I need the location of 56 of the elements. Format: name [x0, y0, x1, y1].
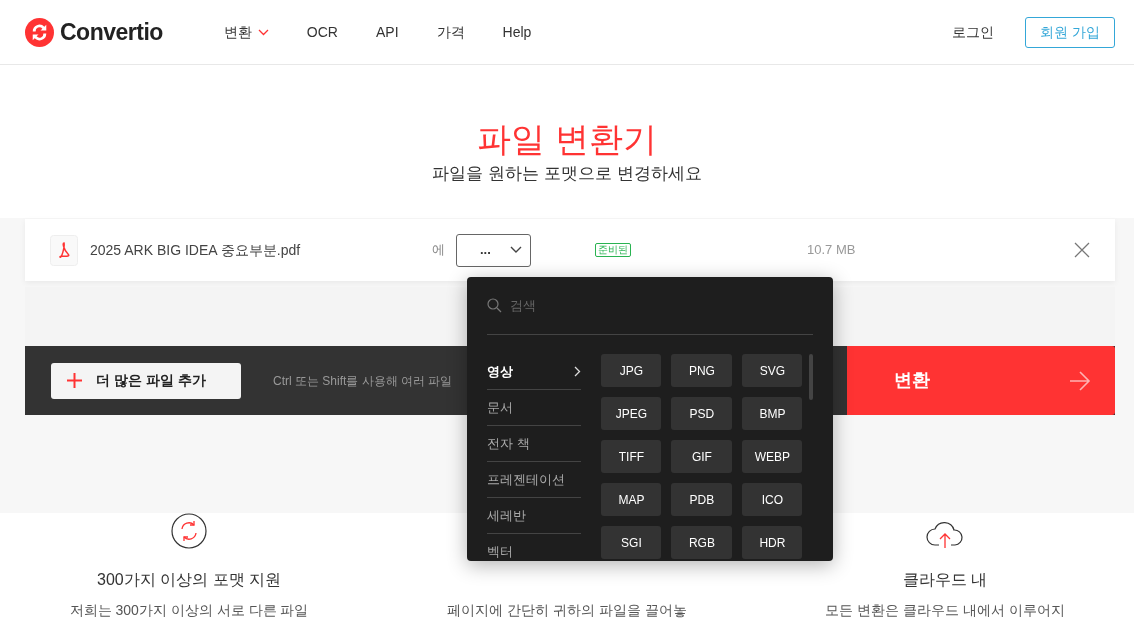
- feature-title: 300가지 이상의 포맷 지원: [97, 570, 281, 590]
- page-subtitle: 파일을 원하는 포맷으로 변경하세요: [432, 163, 702, 185]
- status-badge: 준비된: [595, 243, 631, 257]
- hint-text: Ctrl 또는 Shift를 사용해 여러 파일: [273, 372, 453, 390]
- to-label: 에: [432, 241, 446, 260]
- nav-link[interactable]: API: [375, 21, 399, 43]
- chevron-right-icon: [574, 366, 582, 377]
- format-option[interactable]: BMP: [742, 397, 803, 430]
- file-name: 2025 ARK BIG IDEA 중요부분.pdf: [90, 240, 302, 260]
- format-option[interactable]: GIF: [671, 440, 733, 473]
- category-item[interactable]: 프레젠테이션: [487, 462, 582, 498]
- arrow-right-icon: [1069, 370, 1091, 391]
- format-option[interactable]: PDB: [671, 483, 733, 516]
- format-option[interactable]: HDR: [742, 526, 803, 559]
- format-option[interactable]: RGB: [671, 526, 733, 559]
- logo[interactable]: Convertio: [25, 14, 163, 50]
- nav-link[interactable]: OCR: [306, 21, 338, 43]
- chevron-down-icon: [510, 246, 522, 254]
- category-item[interactable]: 세레반: [487, 498, 582, 534]
- format-option[interactable]: SGI: [601, 526, 662, 559]
- feature-text: 페이지에 간단히 귀하의 파일을 끌어놓: [447, 601, 687, 620]
- format-option[interactable]: ICO: [742, 483, 803, 516]
- category-item[interactable]: 전자 책: [487, 426, 582, 462]
- nav-link[interactable]: 변환: [223, 21, 269, 43]
- format-option[interactable]: TIFF: [601, 440, 662, 473]
- category-item[interactable]: 벡터: [487, 534, 582, 570]
- format-option[interactable]: PNG: [671, 354, 733, 387]
- format-option[interactable]: JPEG: [601, 397, 662, 430]
- nav-link[interactable]: Help: [502, 21, 532, 43]
- pdf-file-icon: [50, 234, 78, 266]
- caret-icon: [257, 28, 269, 36]
- format-option[interactable]: SVG: [742, 354, 803, 387]
- category-item[interactable]: 영상: [487, 354, 582, 390]
- plus-icon: [67, 373, 82, 388]
- cloud-upload-icon: [925, 519, 965, 549]
- format-select[interactable]: ...: [456, 233, 531, 267]
- close-icon[interactable]: [1074, 242, 1090, 258]
- nav-link[interactable]: 가격: [436, 21, 465, 43]
- feature-text: 모든 변환은 클라우드 내에서 이루어지: [825, 601, 1065, 620]
- format-option[interactable]: PSD: [671, 397, 733, 430]
- format-option[interactable]: WEBP: [742, 440, 803, 473]
- search-icon: [487, 298, 502, 313]
- format-option[interactable]: MAP: [601, 483, 662, 516]
- page-title: 파일 변환기: [477, 119, 657, 159]
- format-option[interactable]: JPG: [601, 354, 662, 387]
- category-item[interactable]: 문서: [487, 390, 582, 426]
- file-size: 10.7 MB: [807, 241, 856, 260]
- logo-icon: [25, 17, 54, 47]
- search-field[interactable]: 검색: [510, 295, 710, 316]
- login-link[interactable]: 로그인: [952, 21, 995, 43]
- feature-text: 저희는 300가지 이상의 서로 다른 파일: [69, 601, 309, 620]
- refresh-icon: [171, 513, 207, 549]
- convert-button[interactable]: 변환: [847, 346, 1115, 415]
- add-files-button[interactable]: 더 많은 파일 추가: [51, 362, 241, 399]
- scrollbar[interactable]: [809, 354, 813, 400]
- feature-title: 클라우드 내: [902, 570, 988, 590]
